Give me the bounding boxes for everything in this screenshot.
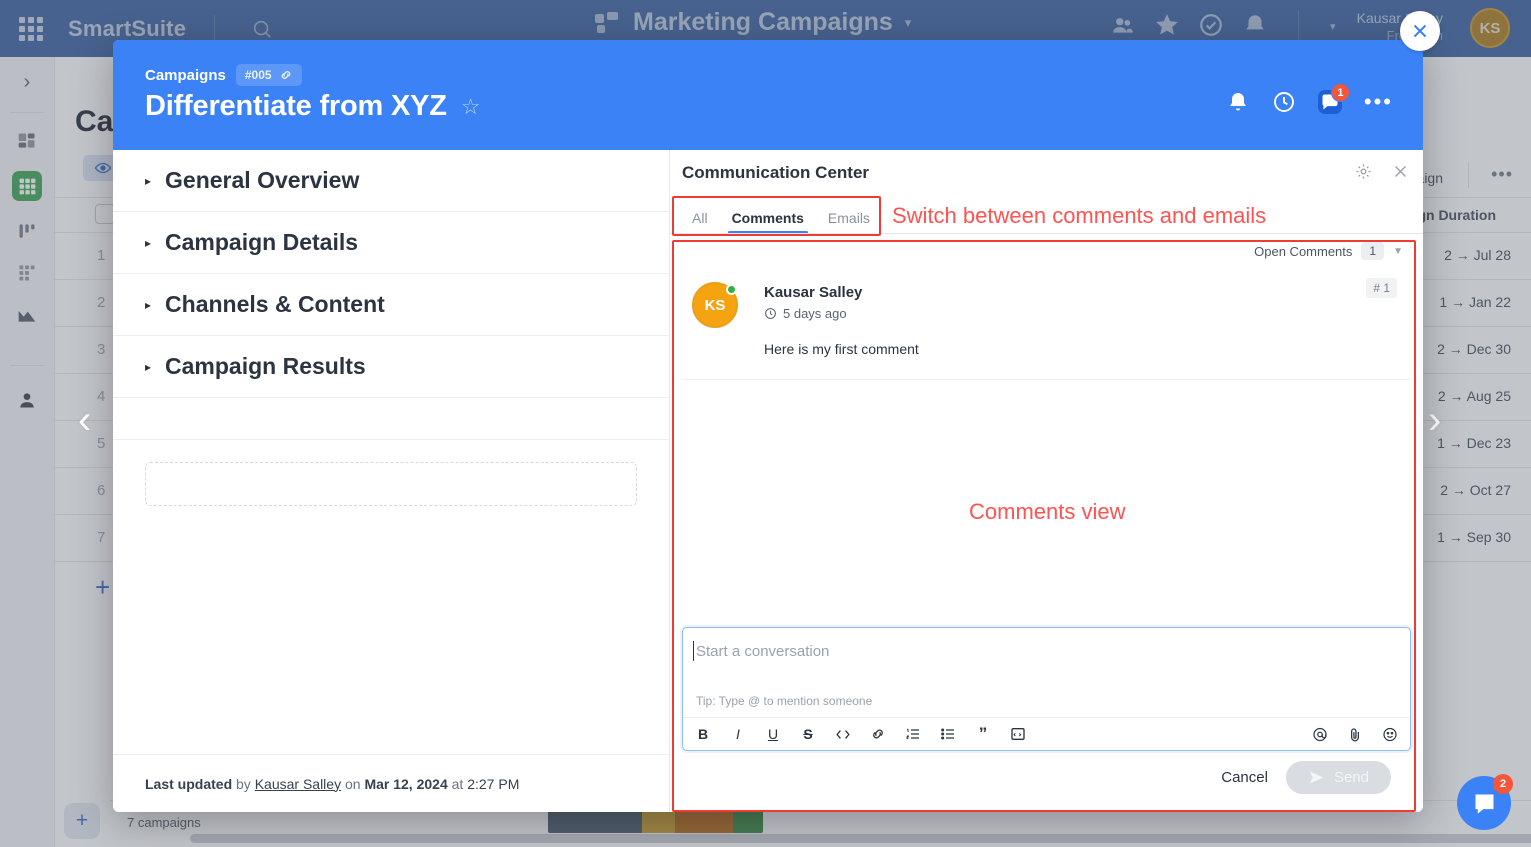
comment-number-badge: # 1 <box>1366 278 1397 298</box>
ordered-list-icon[interactable] <box>905 726 921 742</box>
tab-all[interactable]: All <box>682 204 718 234</box>
clock-icon <box>764 307 777 320</box>
comment-author: Kausar Salley <box>764 284 863 301</box>
chevron-right-icon: ▸ <box>145 173 152 188</box>
composer-tip: Tip: Type @ to mention someone <box>696 694 873 708</box>
code-icon[interactable] <box>835 726 851 742</box>
send-button[interactable]: Send <box>1285 761 1391 794</box>
comment-icon[interactable]: 1 <box>1317 83 1350 114</box>
last-updated-user[interactable]: Kausar Salley <box>255 776 341 792</box>
link-icon[interactable] <box>870 726 886 742</box>
last-updated-time: 2:27 PM <box>467 775 520 792</box>
modal-body: ▸ General Overview ▸ Campaign Details ▸ … <box>113 150 1423 812</box>
star-icon[interactable]: ☆ <box>461 94 481 120</box>
comment-composer-wrapper: Start a conversation Tip: Type @ to ment… <box>670 627 1423 812</box>
comment-count-badge: 1 <box>1330 83 1350 102</box>
avatar-wrapper: KS <box>692 282 738 328</box>
communication-center-title: Communication Center <box>682 163 870 182</box>
last-updated-on: on <box>344 775 361 792</box>
tab-emails[interactable]: Emails <box>818 204 880 234</box>
divider <box>670 233 1423 234</box>
chevron-right-icon: ▸ <box>145 359 152 374</box>
last-updated-footer: Last updated by Kausar Salley on Mar 12,… <box>113 754 669 812</box>
section-label: Campaign Details <box>165 229 359 255</box>
cancel-button[interactable]: Cancel <box>1221 769 1268 786</box>
last-updated-prefix: Last updated <box>145 775 233 792</box>
modal-header-icons: 1 ••• <box>1226 83 1393 114</box>
annotation-label-comments-view: Comments view <box>969 499 1126 524</box>
comment-timestamp-row: 5 days ago <box>764 306 1399 321</box>
close-modal-button[interactable] <box>1400 11 1440 51</box>
quote-icon[interactable]: ” <box>975 725 991 742</box>
clock-icon[interactable] <box>1272 90 1296 114</box>
record-fields-pane: ▸ General Overview ▸ Campaign Details ▸ … <box>113 150 670 812</box>
comment-body: Here is my first comment <box>764 341 919 357</box>
breadcrumb-label[interactable]: Campaigns <box>145 67 226 84</box>
last-updated-by: by <box>236 775 251 792</box>
comment-list[interactable]: KS Kausar Salley 5 days ago Here is my f… <box>670 268 1423 627</box>
record-title[interactable]: Differentiate from XYZ <box>145 90 447 123</box>
intercom-badge: 2 <box>1493 774 1513 794</box>
section-label: General Overview <box>165 167 360 193</box>
section-channels-content[interactable]: ▸ Channels & Content <box>113 274 669 336</box>
add-field-dropzone[interactable] <box>145 462 637 506</box>
composer-actions: Cancel Send <box>682 751 1411 808</box>
section-label: Channels & Content <box>165 291 385 317</box>
online-status-dot <box>726 284 737 295</box>
strikethrough-icon[interactable]: S <box>800 726 816 742</box>
section-general-overview[interactable]: ▸ General Overview <box>113 150 669 212</box>
comment-filter-count: 1 <box>1361 242 1385 260</box>
tab-comments[interactable]: Comments <box>722 204 814 234</box>
mention-icon[interactable] <box>1312 726 1328 742</box>
last-updated-date: Mar 12, 2024 <box>364 775 448 792</box>
bold-icon[interactable]: B <box>695 726 711 742</box>
italic-icon[interactable]: I <box>730 726 746 742</box>
text-caret <box>693 641 694 661</box>
underline-icon[interactable]: U <box>765 726 781 742</box>
send-icon <box>1308 770 1325 785</box>
intercom-chat-button[interactable]: 2 <box>1457 774 1513 830</box>
bullet-list-icon[interactable] <box>940 726 956 742</box>
chevron-down-icon[interactable]: ▼ <box>1393 246 1403 257</box>
emoji-icon[interactable] <box>1382 726 1398 742</box>
more-icon[interactable]: ••• <box>1364 91 1393 113</box>
link-icon <box>279 68 293 82</box>
record-title-row: Differentiate from XYZ ☆ <box>145 90 481 123</box>
annotation-label-tabs: Switch between comments and emails <box>892 203 1267 228</box>
section-label: Campaign Results <box>165 353 366 379</box>
record-id-chip[interactable]: #005 <box>235 64 302 86</box>
previous-record-button[interactable]: ‹ <box>78 398 91 443</box>
chevron-right-icon: ▸ <box>145 235 152 250</box>
communication-center-header: Communication Center <box>670 150 1423 196</box>
comment-timestamp: 5 days ago <box>783 306 847 321</box>
comment-filter-row[interactable]: Open Comments 1 ▼ <box>670 234 1423 268</box>
attachment-icon[interactable] <box>1347 726 1363 742</box>
chevron-right-icon: ▸ <box>145 297 152 312</box>
communication-center-pane: Communication Center All Comments Emails <box>670 150 1423 812</box>
composer-placeholder: Start a conversation <box>696 643 830 660</box>
composer-toolbar: B I U S ” <box>683 717 1410 750</box>
next-record-button[interactable]: › <box>1428 398 1441 443</box>
comment-filter-label: Open Comments <box>1254 243 1353 259</box>
bell-icon[interactable] <box>1226 90 1250 114</box>
comment-composer[interactable]: Start a conversation Tip: Type @ to ment… <box>682 627 1411 751</box>
breadcrumb: Campaigns #005 <box>145 64 302 86</box>
modal-header: Campaigns #005 Differentiate from XYZ ☆ … <box>113 40 1423 150</box>
gear-icon[interactable] <box>1355 163 1372 180</box>
close-icon[interactable] <box>1392 163 1409 180</box>
send-label: Send <box>1333 769 1369 786</box>
record-detail-modal: Campaigns #005 Differentiate from XYZ ☆ … <box>113 40 1423 812</box>
section-campaign-details[interactable]: ▸ Campaign Details <box>113 212 669 274</box>
last-updated-at: at <box>451 775 464 792</box>
section-spacer <box>113 398 669 440</box>
communication-center-actions <box>1355 163 1409 180</box>
list-item[interactable]: KS Kausar Salley 5 days ago Here is my f… <box>682 268 1411 380</box>
code-block-icon[interactable] <box>1010 726 1026 742</box>
record-id-label: #005 <box>244 68 272 82</box>
composer-right-icons <box>1312 726 1398 742</box>
section-campaign-results[interactable]: ▸ Campaign Results <box>113 336 669 398</box>
